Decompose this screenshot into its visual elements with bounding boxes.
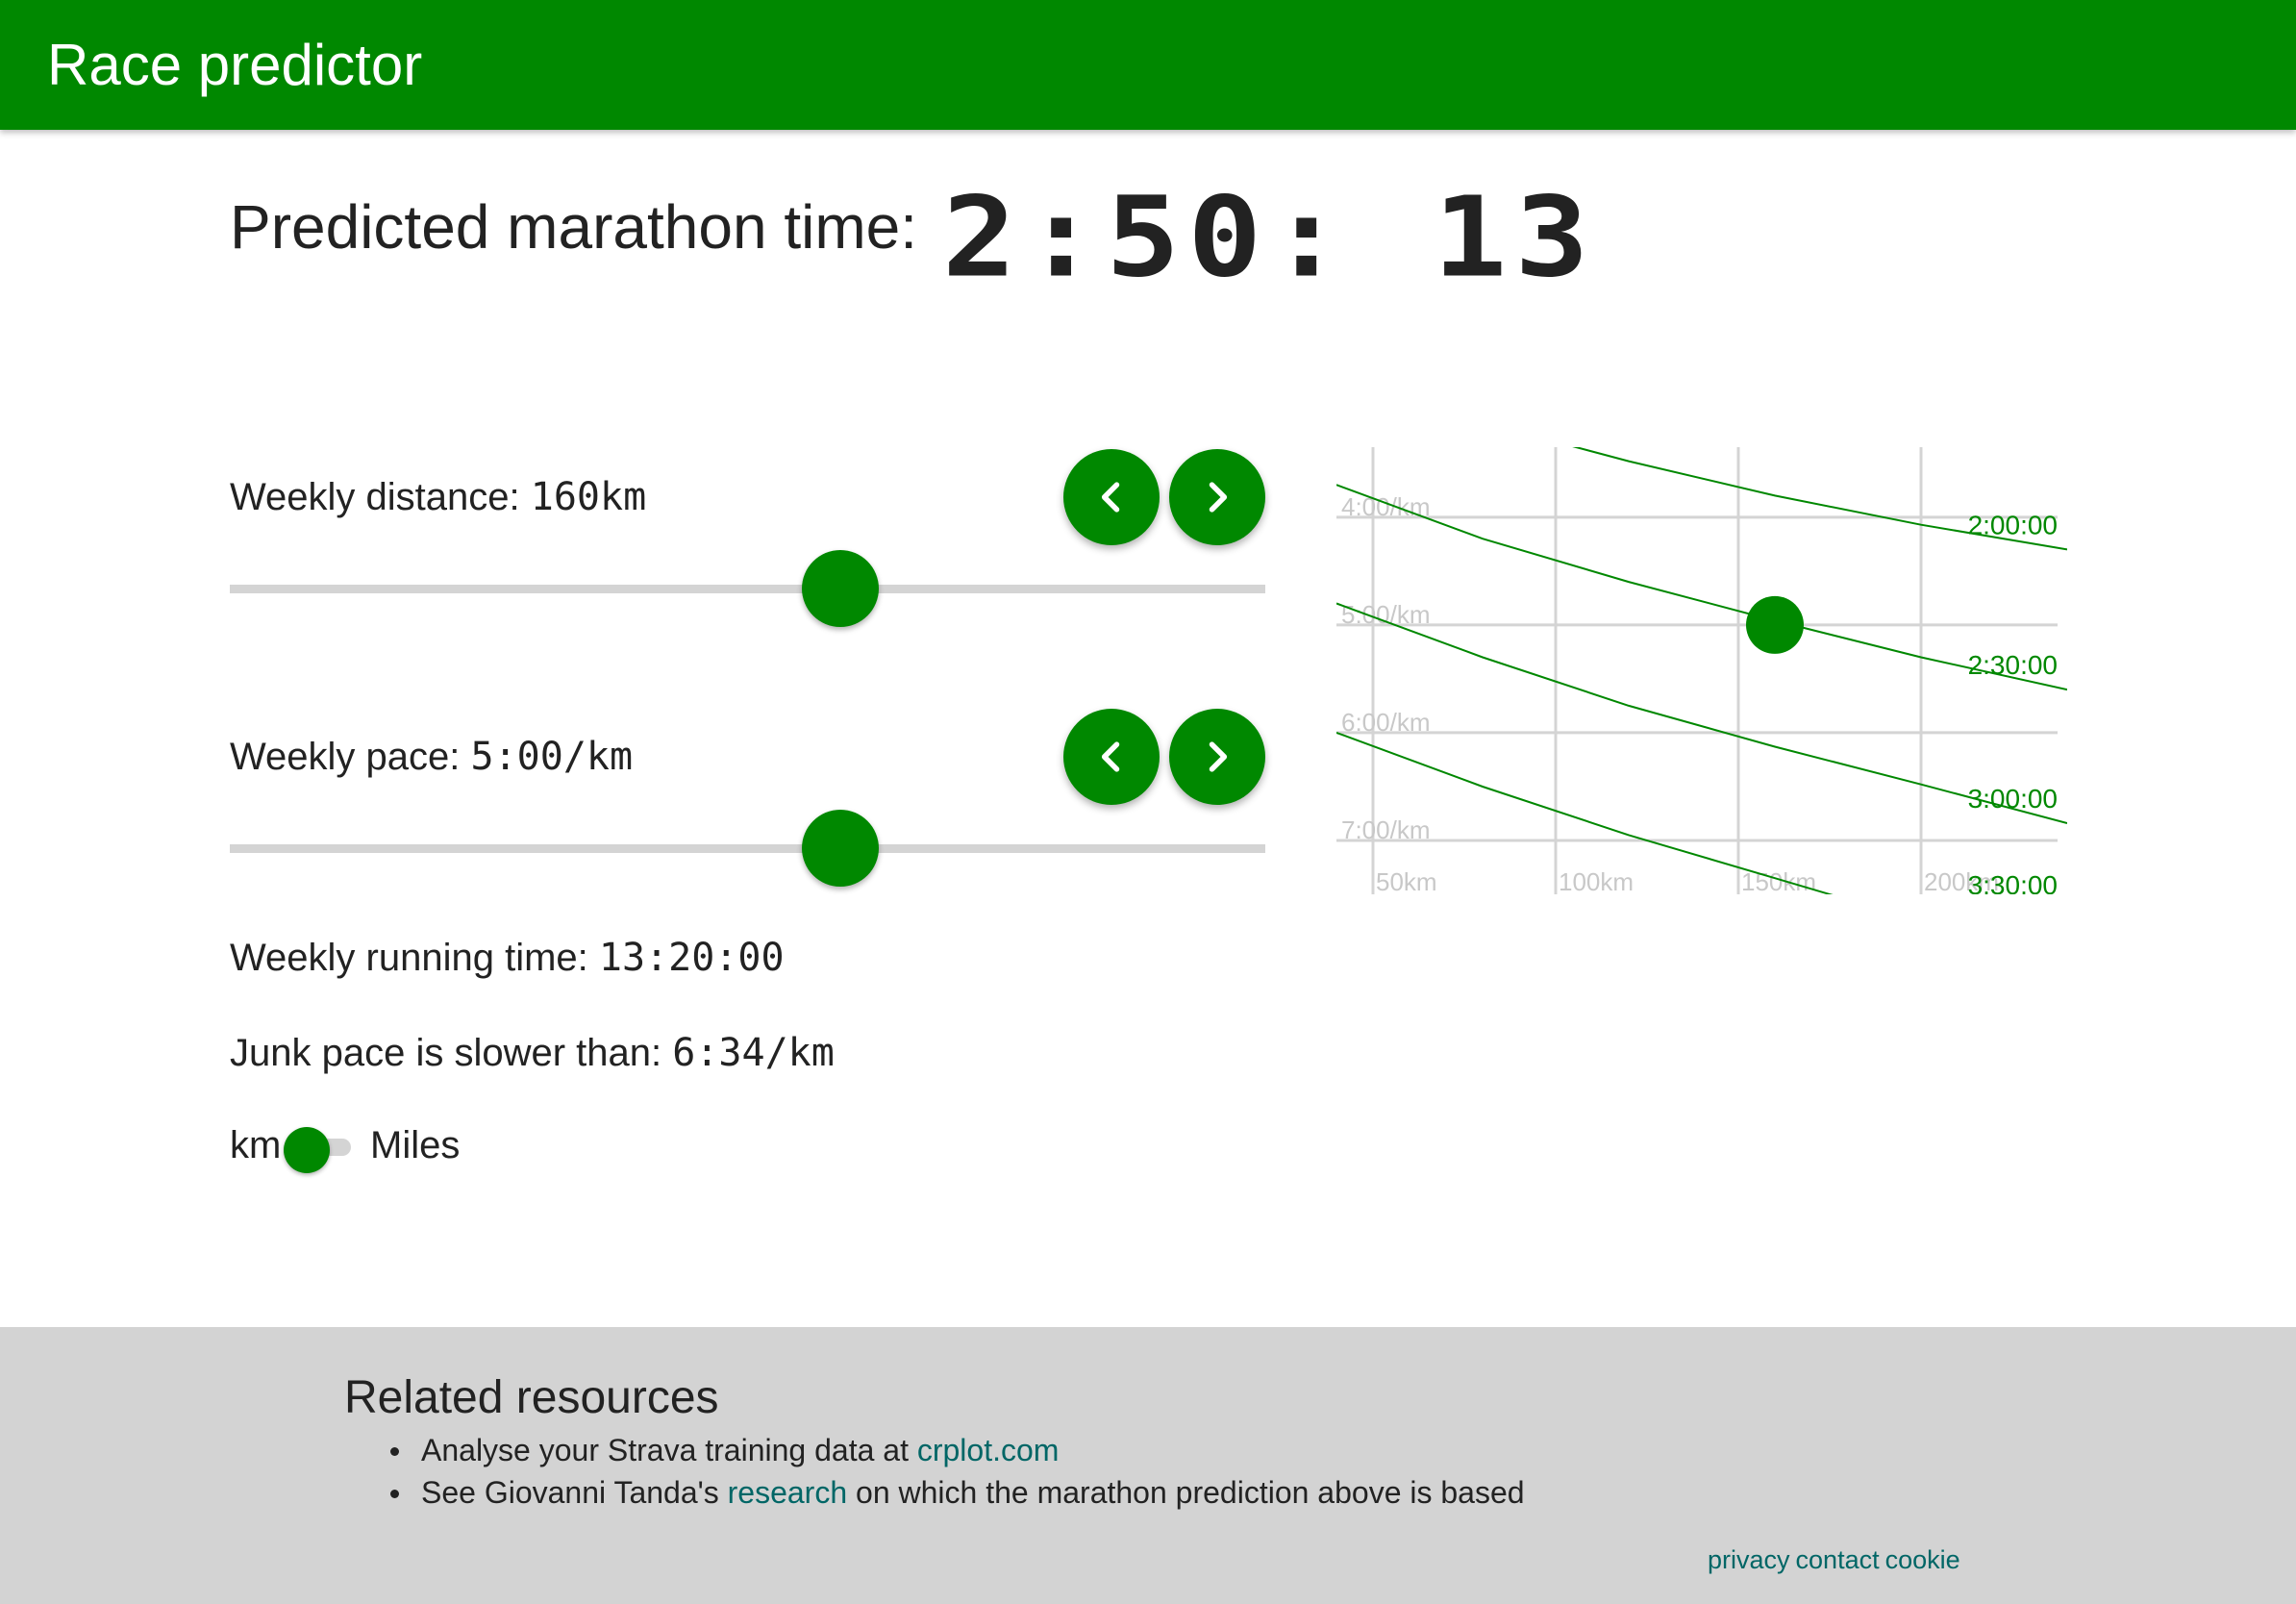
footer-links: privacy contact cookie: [1708, 1542, 1966, 1577]
prediction-chart: 50km 100km 150km 200km4:00/km5:00/km6:00/km…: [1336, 447, 2067, 894]
series-label: 3:30:00: [1968, 870, 2058, 894]
series-line: [1336, 602, 2067, 824]
junk-pace-readout: Junk pace is slower than: 6:34/km: [230, 1029, 835, 1077]
contact-link[interactable]: contact: [1796, 1545, 1880, 1574]
distance-slider-thumb[interactable]: [802, 550, 880, 627]
pace-increase-button[interactable]: [1169, 709, 1265, 805]
pace-slider-track[interactable]: [230, 844, 1265, 853]
current-point: [1746, 595, 1804, 654]
series-label: 3:00:00: [1968, 784, 2058, 814]
app-bar: Race predictor: [0, 0, 2296, 130]
chevron-right-icon: [1209, 482, 1228, 513]
pace-label: Weekly pace:: [230, 736, 461, 778]
x-tick-label: 50km: [1376, 867, 1437, 894]
junk-pace-label: Junk pace is slower than:: [230, 1032, 662, 1074]
app-title: Race predictor: [47, 33, 423, 97]
pace-slider-thumb[interactable]: [802, 810, 880, 887]
prediction-label: Predicted marathon time:: [230, 192, 917, 262]
distance-slider[interactable]: [230, 550, 1265, 627]
y-tick-label: 4:00/km: [1341, 492, 1431, 521]
chevron-left-icon: [1101, 482, 1120, 513]
crplot-link[interactable]: crplot.com: [917, 1433, 1060, 1467]
running-time-label: Weekly running time:: [230, 937, 588, 979]
list-item-text: Analyse your Strava training data at: [421, 1433, 917, 1467]
list-item: See Giovanni Tanda's research on which t…: [390, 1471, 1525, 1514]
distance-increase-button[interactable]: [1169, 449, 1265, 545]
footer-title: Related resources: [344, 1372, 719, 1423]
list-item: Analyse your Strava training data at crp…: [390, 1429, 1525, 1471]
running-time-readout: Weekly running time: 13:20:00: [230, 934, 785, 982]
chevron-left-icon: [1101, 741, 1120, 772]
chevron-right-icon: [1209, 741, 1228, 772]
distance-label: Weekly distance:: [230, 476, 520, 518]
unit-toggle[interactable]: [284, 1127, 351, 1173]
y-tick-label: 5:00/km: [1341, 600, 1431, 629]
series-line: [1572, 447, 2067, 551]
unit-toggle-knob[interactable]: [284, 1127, 330, 1173]
running-time-value: 13:20:00: [598, 936, 785, 980]
distance-readout: Weekly distance: 160km: [230, 473, 646, 521]
prediction-value: 2:50: 13: [942, 173, 1597, 303]
series-label: 2:00:00: [1968, 510, 2058, 539]
cookie-link[interactable]: cookie: [1885, 1545, 1960, 1574]
junk-pace-value: 6:34/km: [672, 1031, 835, 1075]
y-tick-label: 6:00/km: [1341, 708, 1431, 737]
list-item-text: See Giovanni Tanda's: [421, 1475, 728, 1510]
pace-readout: Weekly pace: 5:00/km: [230, 733, 633, 781]
distance-slider-track[interactable]: [230, 585, 1265, 593]
pace-decrease-button[interactable]: [1063, 709, 1160, 805]
x-tick-label: 100km: [1559, 867, 1634, 894]
research-link[interactable]: research: [728, 1475, 848, 1510]
pace-value: 5:00/km: [470, 735, 634, 779]
privacy-link[interactable]: privacy: [1708, 1545, 1790, 1574]
series-line: [1336, 484, 2067, 691]
y-tick-label: 7:00/km: [1341, 815, 1431, 844]
series-label: 2:30:00: [1968, 650, 2058, 680]
resources-list: Analyse your Strava training data at crp…: [390, 1429, 1525, 1514]
pace-slider[interactable]: [230, 810, 1265, 887]
unit-miles-label: Miles: [370, 1124, 461, 1166]
distance-decrease-button[interactable]: [1063, 449, 1160, 545]
unit-km-label: km: [230, 1124, 282, 1166]
distance-value: 160km: [530, 475, 647, 519]
list-item-text: on which the marathon prediction above i…: [847, 1475, 1525, 1510]
